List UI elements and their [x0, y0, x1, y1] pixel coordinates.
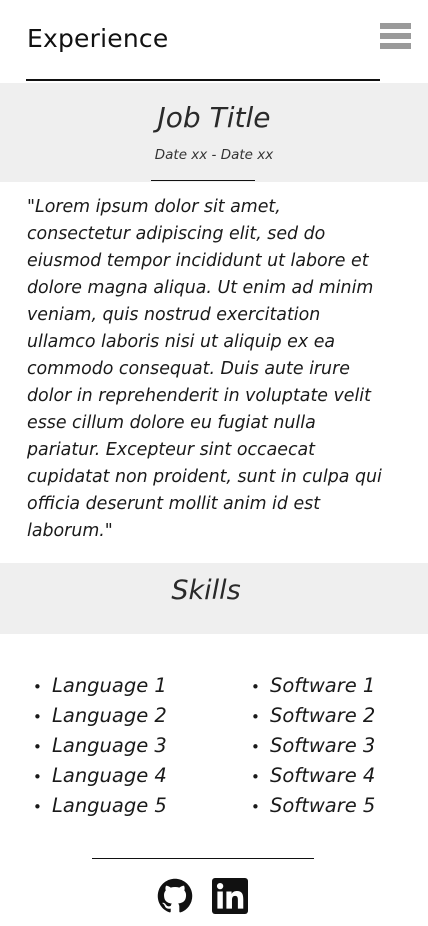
software-item: • Software 1	[251, 671, 375, 701]
bullet: •	[33, 738, 42, 756]
software-item: • Software 5	[251, 791, 375, 821]
bullet: •	[33, 798, 42, 816]
header-divider	[26, 79, 380, 81]
bullet: •	[33, 768, 42, 786]
software-item: • Software 4	[251, 761, 375, 791]
linkedin-icon-graphic	[212, 878, 248, 914]
software-item: • Software 2	[251, 701, 375, 731]
language-item: • Language 3	[33, 731, 167, 761]
language-label: Language 1	[52, 674, 167, 697]
software-label: Software 3	[270, 734, 376, 757]
job-divider	[151, 180, 255, 181]
job-description: "Lorem ipsum dolor sit amet, consectetur…	[27, 197, 382, 541]
software-label: Software 4	[270, 764, 376, 787]
bullet: •	[33, 678, 42, 696]
language-item: • Language 5	[33, 791, 167, 821]
bullet: •	[251, 708, 260, 726]
language-label: Language 5	[52, 794, 167, 817]
menu-bar-bottom	[380, 43, 411, 49]
skills-title: Skills	[171, 575, 241, 606]
linkedin-icon[interactable]	[212, 878, 248, 914]
language-item: • Language 4	[33, 761, 167, 791]
language-item: • Language 1	[33, 671, 167, 701]
bullet: •	[251, 738, 260, 756]
job-title: Job Title	[157, 101, 271, 134]
page-header: Experience	[0, 0, 428, 82]
page-title: Experience	[27, 24, 169, 53]
bullet: •	[251, 798, 260, 816]
job-dates: Date xx - Date xx	[154, 147, 274, 163]
language-item: • Language 2	[33, 701, 167, 731]
github-icon[interactable]	[157, 878, 193, 914]
bullet: •	[251, 768, 260, 786]
menu-bar-middle	[380, 33, 411, 39]
language-label: Language 3	[52, 734, 167, 757]
bullet: •	[33, 708, 42, 726]
github-icon-graphic	[157, 878, 193, 913]
language-label: Language 2	[52, 704, 167, 727]
software-label: Software 1	[270, 674, 376, 697]
languages-list: • Language 1 • Language 2 • Language 3 • Lan…	[33, 671, 167, 821]
software-list: • Software 1 • Software 2 • Software 3 • Sof…	[251, 671, 375, 821]
hamburger-menu-icon[interactable]	[380, 23, 411, 50]
software-item: • Software 3	[251, 731, 375, 761]
software-label: Software 5	[270, 794, 376, 817]
software-label: Software 2	[270, 704, 376, 727]
language-label: Language 4	[52, 764, 167, 787]
footer-divider	[92, 858, 314, 859]
bullet: •	[251, 678, 260, 696]
menu-bar-top	[380, 23, 411, 29]
